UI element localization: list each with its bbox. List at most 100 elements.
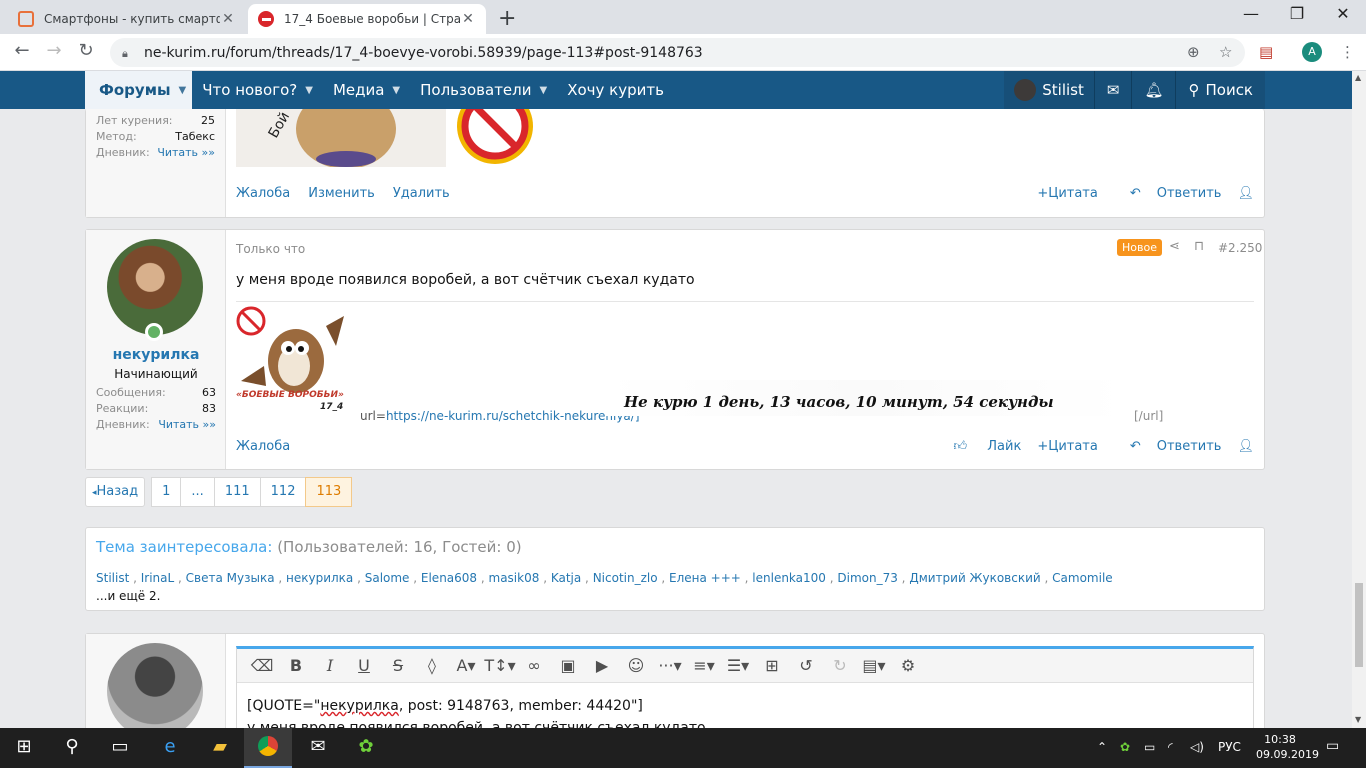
tray-icq-icon[interactable]: ✿ [1120, 740, 1130, 754]
scroll-up-icon[interactable]: ▲ [1355, 73, 1361, 82]
notifications-icon[interactable]: ▭ [1326, 738, 1339, 754]
editor-content[interactable]: [QUOTE="некурилка, post: 9148763, member… [237, 683, 1253, 728]
window-close-icon[interactable]: ✕ [1320, 4, 1366, 23]
interested-user-link[interactable]: IrinaL [141, 571, 174, 585]
font-family-icon[interactable]: A▾ [449, 656, 483, 675]
person-icon[interactable]: 👤︎ [1237, 186, 1254, 201]
bookmark-star-icon[interactable]: ☆ [1219, 43, 1232, 61]
diary-link[interactable]: Читать »» [158, 417, 216, 433]
interested-user-link[interactable]: Света Музыка [186, 571, 275, 585]
tray-chevron-up-icon[interactable]: ⌃ [1097, 740, 1107, 754]
chevron-down-icon[interactable]: ▼ [540, 85, 548, 96]
page-scrollbar[interactable]: ▲ ▼ [1352, 71, 1366, 728]
nav-want-smoke[interactable]: Хочу курить [557, 71, 674, 109]
more-icon[interactable]: ···▾ [653, 656, 687, 675]
table-icon[interactable]: ⊞ [755, 656, 789, 675]
scroll-thumb[interactable] [1355, 583, 1363, 667]
pdf-extension-icon[interactable]: ▤ [1259, 43, 1273, 61]
tab-smartphones[interactable]: Смартфоны - купить смартфон в ✕ [8, 4, 246, 34]
chevron-down-icon[interactable]: ▼ [305, 85, 313, 96]
report-link[interactable]: Жалоба [236, 439, 290, 454]
reply-link[interactable]: ↶ Ответить [1114, 439, 1222, 454]
reply-editor[interactable]: ⌫ B I U S ◊ A▾ T↕▾ ∞ ▣ ▶ ☺ ···▾ ≡▾ ☰▾ ⊞ … [236, 646, 1254, 728]
minimize-icon[interactable]: — [1228, 4, 1274, 23]
sig-url-link[interactable]: https://ne-kurim.ru/schetchik-nekureniya… [386, 409, 640, 423]
reply-link[interactable]: ↶ Ответить [1114, 186, 1222, 201]
forward-arrow-icon[interactable]: → [42, 40, 66, 61]
interested-user-link[interactable]: Salome [365, 571, 410, 585]
interested-user-link[interactable]: Nicotin_zlo [593, 571, 658, 585]
language-indicator[interactable]: РУС [1218, 740, 1241, 754]
back-arrow-icon[interactable]: ← [10, 40, 34, 61]
post-time[interactable]: Только что [236, 242, 305, 256]
image-icon[interactable]: ▣ [551, 656, 585, 675]
wifi-icon[interactable]: ◜ [1168, 740, 1173, 754]
share-icon[interactable]: ⋖ [1169, 239, 1180, 254]
volume-icon[interactable]: ◁) [1190, 740, 1204, 754]
address-bar[interactable]: 🔒︎ ne-kurim.ru/forum/threads/17_4-boevye… [110, 38, 1245, 67]
new-tab-icon[interactable]: + [498, 6, 516, 31]
menu-dots-icon[interactable]: ⋮ [1340, 43, 1355, 61]
nav-media[interactable]: Медиа ▼ [323, 71, 410, 109]
media-icon[interactable]: ▶ [585, 656, 619, 675]
underline-icon[interactable]: U [347, 656, 381, 675]
profile-avatar[interactable]: A [1302, 42, 1322, 62]
nav-users[interactable]: Пользователи ▼ [410, 71, 557, 109]
alerts-bell-icon[interactable]: 🔔︎ [1132, 71, 1176, 109]
undo-icon[interactable]: ↺ [789, 656, 823, 675]
report-link[interactable]: Жалоба [236, 186, 290, 201]
pager-page-current[interactable]: 113 [305, 477, 353, 507]
list-icon[interactable]: ☰▾ [721, 656, 755, 675]
chevron-down-icon[interactable]: ▼ [392, 85, 400, 96]
color-drop-icon[interactable]: ◊ [415, 656, 449, 675]
user-avatar[interactable] [107, 239, 203, 335]
interested-user-link[interactable]: Stilist [96, 571, 129, 585]
inbox-envelope-icon[interactable]: ✉ [1094, 71, 1132, 109]
pager-page[interactable]: 112 [259, 477, 307, 507]
interested-user-link[interactable]: Katja [551, 571, 581, 585]
interested-user-link[interactable]: lenlenka100 [752, 571, 826, 585]
interested-user-link[interactable]: Elena608 [421, 571, 477, 585]
eraser-icon[interactable]: ⌫ [245, 656, 279, 675]
tab-forum[interactable]: 17_4 Боевые воробьи | Страниц ✕ [248, 4, 486, 34]
redo-icon[interactable]: ↻ [823, 656, 857, 675]
post-number[interactable]: #2.250 [1218, 241, 1262, 255]
diary-link[interactable]: Читать »» [157, 145, 215, 161]
icq-flower-icon[interactable]: ✿ [342, 736, 390, 760]
file-explorer-icon[interactable]: ▰ [196, 736, 244, 760]
close-icon[interactable]: ✕ [460, 11, 476, 27]
add-icon[interactable]: ⊕ [1187, 43, 1200, 61]
settings-gear-icon[interactable]: ⚙ [891, 656, 925, 675]
delete-link[interactable]: Удалить [393, 186, 450, 201]
bold-icon[interactable]: B [279, 656, 313, 675]
interested-user-link[interactable]: Camomile [1052, 571, 1113, 585]
maximize-icon[interactable]: ❐ [1274, 4, 1320, 23]
link-icon[interactable]: ∞ [517, 656, 551, 675]
reload-icon[interactable]: ↻ [74, 40, 98, 61]
pager-page[interactable]: 111 [213, 477, 261, 507]
emoji-icon[interactable]: ☺ [619, 656, 653, 675]
like-link[interactable]: 👍︎ Лайк [938, 439, 1022, 454]
bookmark-icon[interactable]: ⊓ [1194, 239, 1204, 254]
clock[interactable]: 10:38 09.09.2019 [1256, 732, 1319, 762]
scroll-down-icon[interactable]: ▼ [1355, 715, 1361, 724]
pager-back-button[interactable]: ◂Назад [85, 477, 146, 507]
task-view-icon[interactable]: ▭ [96, 736, 144, 760]
interested-user-link[interactable]: Дмитрий Жуковский [909, 571, 1040, 585]
interested-user-link[interactable]: Dimon_73 [837, 571, 897, 585]
edge-icon[interactable]: e [146, 736, 194, 760]
nav-user-account[interactable]: Stilist [1004, 71, 1094, 109]
chrome-icon[interactable] [244, 728, 292, 768]
nav-forums[interactable]: Форумы ▼ [85, 71, 193, 109]
windows-start-icon[interactable]: ⊞ [0, 736, 48, 760]
drafts-icon[interactable]: ▤▾ [857, 656, 891, 675]
quote-link[interactable]: +Цитата [1037, 186, 1098, 201]
quote-link[interactable]: +Цитата [1037, 439, 1098, 454]
pager-ellipsis[interactable]: ... [180, 477, 215, 507]
strikethrough-icon[interactable]: S [381, 656, 415, 675]
italic-icon[interactable]: I [313, 656, 347, 675]
person-icon[interactable]: 👤︎ [1237, 439, 1254, 454]
search-icon[interactable]: ⚲ [48, 736, 96, 760]
close-icon[interactable]: ✕ [220, 11, 236, 27]
interested-user-link[interactable]: Елена +++ [669, 571, 741, 585]
